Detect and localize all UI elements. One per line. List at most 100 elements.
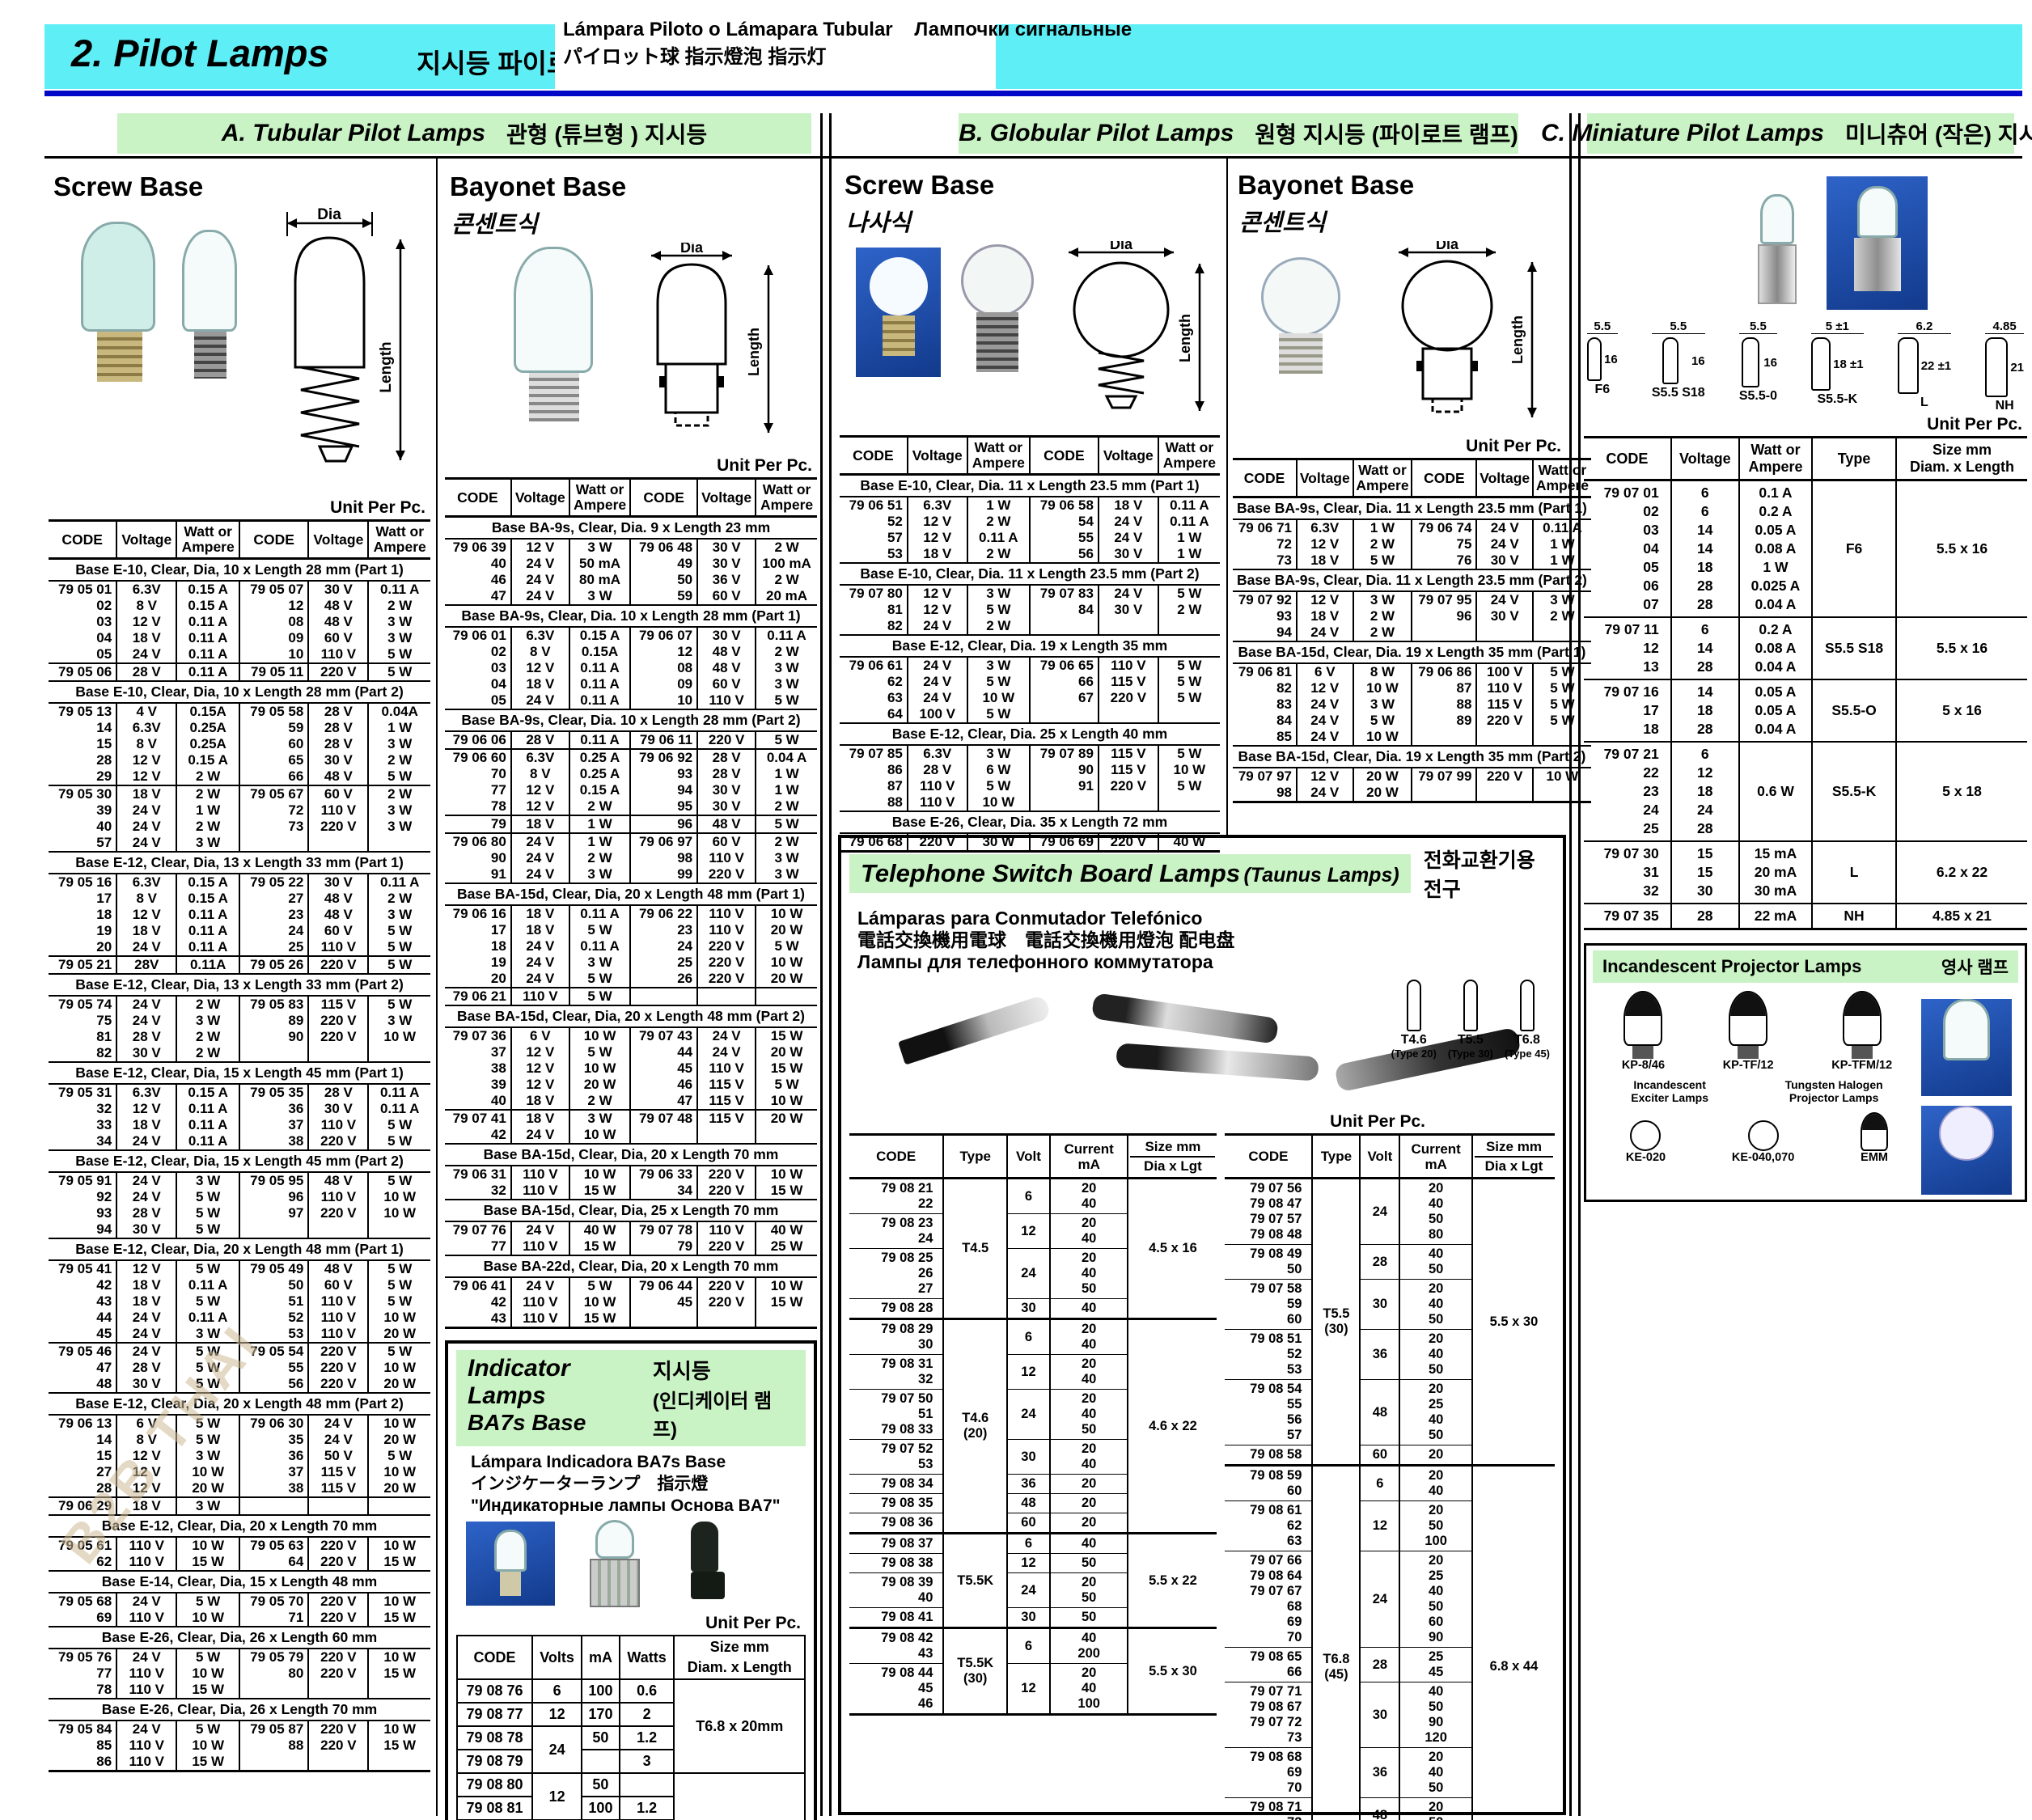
code-cell: 79 08 35 bbox=[849, 1494, 943, 1513]
table-cell: 15 W bbox=[368, 1666, 430, 1682]
table-cell bbox=[1158, 706, 1220, 723]
indicator-title-korean: 지시등 bbox=[653, 1355, 794, 1385]
table-cell: 79 05 84 bbox=[49, 1721, 116, 1737]
table-cell: 0.11 A bbox=[569, 660, 630, 676]
cell-line: Dia x Lgt bbox=[1130, 1156, 1215, 1174]
table-cell: 220 V bbox=[697, 866, 756, 883]
table-cell: 79 06 31 bbox=[445, 1166, 511, 1183]
table-cell: 66 bbox=[239, 768, 308, 785]
table-cell: 8 V bbox=[116, 736, 176, 752]
globe-bulb-photo-white bbox=[961, 244, 1034, 372]
cell-line: 79 07 52 bbox=[853, 1441, 933, 1457]
cell-line: Watt or bbox=[970, 440, 1027, 455]
table-cell: 79 05 21 bbox=[49, 956, 116, 974]
table-cell: 8 V bbox=[511, 766, 569, 782]
table-cell: 18 V bbox=[1297, 608, 1353, 624]
table-cell: 220 V bbox=[697, 938, 756, 954]
table-cell: 79 07 48 bbox=[630, 1110, 697, 1127]
projector-lamp-icon bbox=[1623, 991, 1662, 1046]
table-cell: 90 bbox=[445, 850, 511, 866]
table-cell: 30 V bbox=[308, 1101, 368, 1117]
unit-per-pc-label: Unit Per Pc. bbox=[445, 455, 817, 477]
table-cell: 24 V bbox=[116, 1326, 176, 1343]
table-cell: 1.2 bbox=[620, 1797, 675, 1820]
table-cell: 87 bbox=[1412, 680, 1476, 696]
table-cell bbox=[1533, 624, 1591, 641]
cell-line: T4.6 bbox=[947, 1411, 1003, 1426]
column-header: CODE bbox=[1584, 438, 1671, 480]
table-cell: 28 V bbox=[511, 731, 569, 749]
table-cell: 10 W bbox=[756, 905, 817, 922]
cell-line: Voltage bbox=[1299, 471, 1351, 486]
table-cell: 79 05 22 bbox=[239, 874, 308, 891]
table-cell: 0.11 A bbox=[368, 1084, 430, 1101]
lamp-shape-icon bbox=[1407, 980, 1421, 1031]
table-cell: 12 bbox=[532, 1703, 582, 1726]
cell-line: CODE bbox=[1414, 471, 1474, 486]
table-cell: 79 08 80 bbox=[457, 1773, 532, 1797]
cell-line: 06 bbox=[1589, 577, 1659, 595]
column-header: CODE bbox=[239, 521, 308, 559]
cell-line: 100 bbox=[1403, 1534, 1468, 1549]
current-cell: 405090120 bbox=[1399, 1682, 1472, 1748]
current-cell: 20 bbox=[1050, 1513, 1128, 1534]
table-cell: 2 W bbox=[967, 546, 1030, 563]
table-cell: 92 bbox=[49, 1189, 116, 1205]
table-cell: 0.11 A bbox=[176, 1133, 239, 1150]
cell-line: 68 bbox=[1228, 1599, 1302, 1615]
table-cell: 110 V bbox=[116, 1666, 176, 1682]
volt-cell: 30 bbox=[1360, 1280, 1399, 1330]
table-cell: 28 V bbox=[116, 1360, 176, 1376]
watt-cell: 0.2 A0.08 A0.04 A bbox=[1739, 617, 1812, 679]
cell-line: 23 bbox=[1589, 782, 1659, 801]
table-cell: 100 bbox=[582, 1679, 620, 1703]
cell-line: 6 bbox=[1677, 620, 1734, 639]
table-cell: 78 bbox=[445, 798, 511, 815]
cell-line: Ampere bbox=[179, 540, 237, 555]
table-row: 79 06 0628 V0.11 A79 06 11220 V5 W bbox=[445, 731, 817, 749]
cell-line: 50 bbox=[1054, 1281, 1124, 1297]
table-cell: 14 bbox=[49, 1432, 116, 1448]
table-cell: 10 W bbox=[756, 1166, 817, 1183]
cell-line: 50 bbox=[1403, 1212, 1468, 1227]
table-row: 0312 V0.11 A0848 V3 W bbox=[445, 660, 817, 676]
type-cell: L bbox=[1812, 841, 1896, 904]
diameter-label: 6.2 bbox=[1898, 320, 1951, 334]
table-cell: 0.11 A bbox=[368, 581, 430, 598]
table-cell: 46 bbox=[445, 572, 511, 588]
cell-line: 51 bbox=[853, 1407, 933, 1422]
group-header-cell: Base E-26, Clear, Dia, 26 x Length 70 mm bbox=[49, 1699, 430, 1721]
table-cell: 5 W bbox=[1533, 680, 1591, 696]
cell-line: 25 bbox=[1403, 1649, 1468, 1665]
table-cell: 79 07 85 bbox=[840, 745, 908, 762]
projector-content: KP-8/46KP-TF/12KP-TFM/12 IncandescentExc… bbox=[1593, 991, 2018, 1195]
table-cell: 24 V bbox=[116, 1721, 176, 1737]
table-row: 2024 V5 W26220 V20 W bbox=[445, 971, 817, 988]
table-cell: 19 bbox=[445, 954, 511, 971]
table-cell: 79 07 95 bbox=[1412, 591, 1476, 608]
table-cell: 18 V bbox=[511, 815, 569, 833]
cell-line: 79 07 21 bbox=[1589, 745, 1659, 764]
table-cell: 34 bbox=[49, 1133, 116, 1150]
table-row: 64100 V5 W bbox=[840, 706, 1220, 723]
table-cell: 93 bbox=[49, 1205, 116, 1221]
indicator-lamps-table: CODEVoltsmAWattsSize mmDiam. x Length79 … bbox=[456, 1635, 806, 1820]
table-row: 146.3V0.25A5928 V1 W bbox=[49, 720, 430, 736]
cell-line: 79 08 61 bbox=[1228, 1503, 1302, 1518]
table-cell: 79 06 06 bbox=[445, 731, 511, 749]
table-row: 3912 V20 W46115 V5 W bbox=[445, 1077, 817, 1093]
table-cell: 3 W bbox=[368, 630, 430, 646]
table-cell: 56 bbox=[1030, 546, 1099, 563]
table-cell: 48 V bbox=[308, 614, 368, 630]
telephone-translations: Lámparas para Conmutador Telefónico電話交換機… bbox=[849, 903, 1555, 973]
table-row: 9124 V3 W99220 V3 W bbox=[445, 866, 817, 883]
table-cell: 97 bbox=[239, 1205, 308, 1221]
table-cell: 4 V bbox=[116, 703, 176, 720]
table-cell: 220 V bbox=[308, 956, 368, 974]
table-cell: 24 V bbox=[511, 954, 569, 971]
table-cell: 10 W bbox=[1158, 762, 1220, 778]
current-cell: 2040100 bbox=[1050, 1664, 1128, 1715]
height-label: 18 ±1 bbox=[1833, 358, 1863, 371]
cell-line: Ampere bbox=[572, 497, 628, 513]
current-cell: 2040 bbox=[1050, 1319, 1128, 1355]
